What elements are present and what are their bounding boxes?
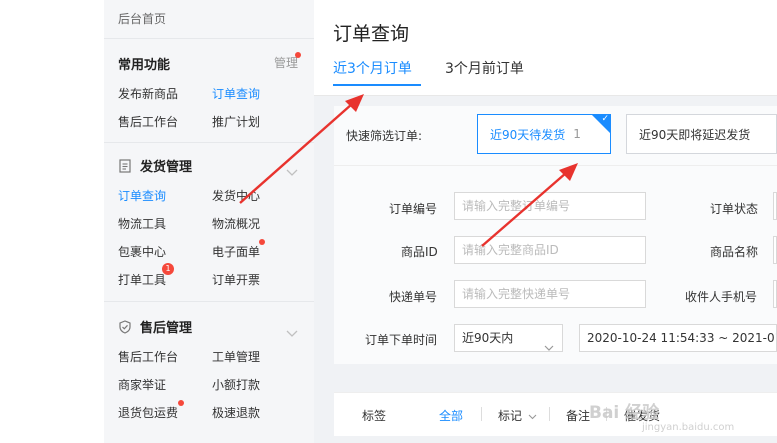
- quick-filter-label: 快速筛选订单:: [346, 129, 423, 143]
- document-icon: [118, 158, 132, 173]
- sidebar-item-order-query[interactable]: 订单查询: [118, 187, 166, 204]
- shipping-group-title: 发货管理: [140, 160, 193, 175]
- tag-mark-label: 标记: [498, 409, 523, 423]
- receiver-phone-label: 收件人手机号: [685, 290, 758, 304]
- sidebar-item-aftersale-workbench-common[interactable]: 售后工作台: [118, 113, 178, 130]
- order-time-label: 订单下单时间: [365, 333, 438, 347]
- sidebar-item-promotion-plan[interactable]: 推广计划: [212, 113, 260, 130]
- aftersale-group-title: 售后管理: [140, 321, 193, 336]
- product-id-input[interactable]: 请输入完整商品ID: [454, 236, 646, 264]
- tag-separator: [549, 407, 550, 421]
- sidebar: 后台首页 常用功能 管理 发布新商品 订单查询 售后工作台 推广计划 发货管理 …: [104, 0, 314, 443]
- tracking-no-input[interactable]: 请输入完整快递单号: [454, 280, 646, 308]
- chevron-down-icon: [544, 335, 554, 351]
- sidebar-home-link[interactable]: 后台首页: [118, 10, 166, 27]
- sidebar-divider: [104, 142, 314, 143]
- tag-remark[interactable]: 备注: [566, 407, 590, 424]
- sidebar-item-return-shipping-fee[interactable]: 退货包运费: [118, 404, 178, 421]
- chip-label: 近90天待发货: [490, 127, 566, 142]
- sidebar-item-aftersale-workbench[interactable]: 售后工作台: [118, 348, 178, 365]
- sidebar-item-logistics-overview[interactable]: 物流概况: [212, 215, 260, 232]
- sidebar-item-ticket-management[interactable]: 工单管理: [212, 348, 260, 365]
- manage-notification-dot: [295, 52, 301, 58]
- print-tool-badge: 1: [162, 263, 174, 275]
- tag-separator: [481, 407, 482, 421]
- main-content: 订单查询 近3个月订单 3个月前订单 快速筛选订单: 近90天待发货 1 ✓ 近…: [314, 0, 777, 443]
- active-tab-indicator: [333, 84, 421, 86]
- baidu-watermark-url: jingyan.baidu.com: [642, 422, 735, 433]
- sidebar-item-logistics-tools[interactable]: 物流工具: [118, 215, 166, 232]
- tag-mark[interactable]: 标记: [498, 407, 537, 424]
- quick-filter-bar: 快速筛选订单: 近90天待发货 1 ✓ 近90天即将延迟发货: [334, 106, 777, 166]
- page-title: 订单查询: [333, 23, 410, 45]
- tab-before-3-months[interactable]: 3个月前订单: [445, 58, 524, 78]
- shipping-group-header[interactable]: 发货管理: [118, 156, 192, 175]
- left-gutter: [0, 0, 104, 443]
- order-status-select[interactable]: [773, 192, 777, 220]
- order-no-input[interactable]: 请输入完整订单编号: [454, 192, 646, 220]
- chip-pending-shipment-90d[interactable]: 近90天待发货 1 ✓: [477, 114, 611, 154]
- chevron-down-icon[interactable]: [286, 323, 298, 337]
- common-functions-title: 常用功能: [118, 58, 171, 73]
- sidebar-item-fast-refund[interactable]: 极速退款: [212, 404, 260, 421]
- sidebar-item-order-invoice[interactable]: 订单开票: [212, 271, 260, 288]
- chevron-down-icon[interactable]: [286, 162, 298, 176]
- sidebar-item-small-payment[interactable]: 小额打款: [212, 376, 260, 393]
- filter-panel: 订单编号 请输入完整订单编号 订单状态 商品ID 请输入完整商品ID 商品名称 …: [334, 166, 777, 364]
- manage-link[interactable]: 管理: [274, 54, 298, 71]
- chip-label: 近90天即将延迟发货: [639, 127, 751, 142]
- tracking-no-label: 快递单号: [389, 290, 438, 304]
- sidebar-item-e-waybill[interactable]: 电子面单: [212, 243, 260, 260]
- sidebar-item-merchant-evidence[interactable]: 商家举证: [118, 376, 166, 393]
- order-status-label: 订单状态: [710, 202, 759, 216]
- sidebar-item-publish-product[interactable]: 发布新商品: [118, 85, 178, 102]
- tab-recent-3-months[interactable]: 近3个月订单: [333, 58, 412, 78]
- product-name-label: 商品名称: [710, 245, 759, 259]
- sidebar-divider: [104, 301, 314, 302]
- product-name-input[interactable]: [773, 236, 777, 264]
- sidebar-item-shipping-center[interactable]: 发货中心: [212, 187, 260, 204]
- sidebar-item-order-query-common[interactable]: 订单查询: [212, 85, 260, 102]
- order-no-label: 订单编号: [389, 202, 438, 216]
- chip-delay-shipment-90d[interactable]: 近90天即将延迟发货: [626, 114, 777, 154]
- header-divider: [314, 95, 777, 96]
- tag-all[interactable]: 全部: [439, 407, 463, 424]
- sidebar-divider: [104, 38, 314, 39]
- receiver-phone-input[interactable]: [773, 280, 777, 308]
- order-time-range-value: 近90天内: [462, 331, 514, 345]
- chevron-down-icon: [528, 414, 537, 420]
- aftersale-group-header[interactable]: 售后管理: [118, 317, 192, 336]
- order-time-date-range-input[interactable]: 2020-10-24 11:54:33 ~ 2021-01-22: [579, 324, 777, 352]
- sidebar-item-parcel-center[interactable]: 包裹中心: [118, 243, 166, 260]
- tag-label: 标签: [362, 409, 387, 423]
- page-header: 订单查询 近3个月订单 3个月前订单: [314, 0, 777, 96]
- check-icon: ✓: [601, 114, 609, 124]
- shield-check-icon: [118, 319, 132, 334]
- sidebar-item-print-tool[interactable]: 打单工具: [118, 271, 166, 288]
- return-fee-notification-dot: [178, 400, 184, 406]
- baidu-watermark: Bai 经验: [589, 403, 660, 423]
- product-id-label: 商品ID: [401, 245, 438, 259]
- e-waybill-notification-dot: [259, 239, 265, 245]
- order-time-range-select[interactable]: 近90天内: [454, 324, 563, 352]
- chip-count: 1: [573, 127, 581, 141]
